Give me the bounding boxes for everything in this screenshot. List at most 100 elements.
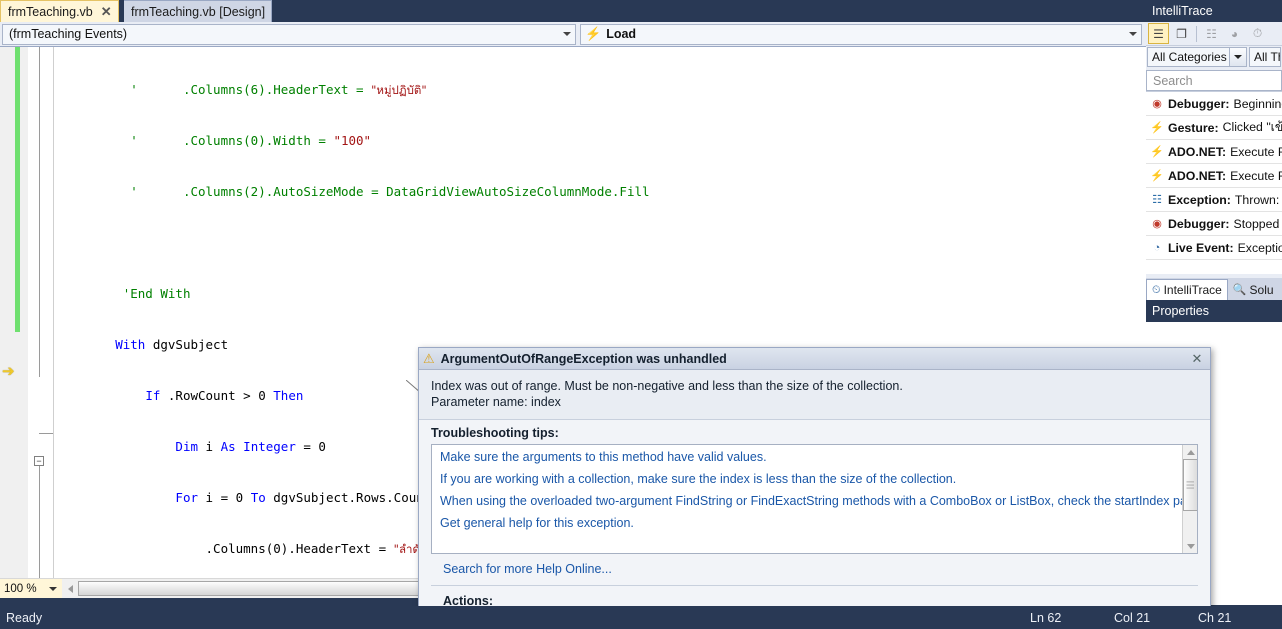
chevron-down-icon [563,32,571,36]
troubleshooting-heading: Troubleshooting tips: [431,426,1198,440]
tips-scrollbar[interactable]: ||| [1182,445,1197,553]
troubleshooting-tips-box[interactable]: Make sure the arguments to this method h… [431,444,1198,554]
chevron-down-icon[interactable] [1229,48,1246,66]
list-item[interactable]: ◔ Live Event: Exception [1146,236,1282,260]
list-item[interactable]: ◉ Debugger: Stopped [1146,212,1282,236]
close-icon[interactable]: ✕ [101,5,112,18]
tab-solution-explorer[interactable]: 🔍 Solu [1228,279,1279,300]
tips-list: Make sure the arguments to this method h… [432,445,1197,531]
navigate-history-icon[interactable]: ⏱ [1247,23,1268,44]
scroll-thumb[interactable]: ||| [1183,459,1198,511]
chevron-down-icon [1129,32,1137,36]
code-token: 'End With [123,286,191,301]
document-tab-strip: frmTeaching.vb ✕ frmTeaching.vb [Design] [0,0,1146,22]
tab-intellitrace[interactable]: ⏲ IntelliTrace [1146,279,1228,300]
intellitrace-filters: All Categories All Th [1146,46,1282,68]
event-label: Debugger: [1168,97,1230,111]
close-icon[interactable]: ✕ [1188,350,1206,368]
tab-label: IntelliTrace [1164,283,1222,297]
exception-message-line-1: Index was out of range. Must be non-nega… [431,378,1198,394]
code-token: ' [130,82,138,97]
editor-navigation-bar: (frmTeaching Events) ⚡ Load [0,22,1146,47]
warning-icon: ⚠ [423,351,435,367]
event-label: Exception: [1168,193,1231,207]
event-text: Exception [1238,241,1282,255]
tab-label: frmTeaching.vb [Design] [131,5,265,19]
category-filter-dropdown[interactable]: All Categories [1147,47,1247,67]
member-dropdown[interactable]: ⚡ Load [580,24,1142,45]
event-bolt-icon: ⚡ [585,26,601,42]
tab-label: Solu [1250,283,1274,297]
status-col: Col 21 [1114,611,1198,625]
member-dropdown-label: Load [606,27,636,41]
tab-label: frmTeaching.vb [8,5,93,19]
code-token: .Columns(0).HeaderText = [206,541,394,556]
scroll-left-button[interactable] [62,585,78,593]
event-text: Execute Re [1230,145,1282,159]
code-token: dgvSubject [145,337,228,352]
code-token: If [145,388,160,403]
collapse-region-icon[interactable]: − [34,456,44,466]
exception-assistant-dialog[interactable]: ⚠ ArgumentOutOfRangeException was unhand… [418,347,1211,619]
outline-guide-end [39,433,53,434]
tip-link[interactable]: Make sure the arguments to this method h… [440,450,1189,465]
search-help-online-link[interactable]: Search for more Help Online... [443,562,612,576]
event-text: Execute Re [1230,169,1282,183]
list-item[interactable]: ⚡ Gesture: Clicked "เข้ [1146,116,1282,140]
search-online-row: Search for more Help Online... [431,554,1198,585]
list-item[interactable]: ⚡ ADO.NET: Execute Re [1146,140,1282,164]
zoom-level-combo[interactable]: 100 % [0,579,62,598]
event-text: Clicked "เข้ [1223,118,1282,137]
tab-frmteaching-vb[interactable]: frmTeaching.vb ✕ [0,0,119,22]
outlining-margin[interactable]: − [28,47,54,578]
zoom-level-label: 100 % [4,583,37,595]
list-item[interactable]: ◉ Debugger: Beginning [1146,92,1282,116]
code-token: "หมู่ปฏิบัติ" [371,83,427,97]
toolbar-separator [1196,26,1197,42]
code-token: i = 0 [198,490,251,505]
properties-title: Properties [1146,300,1282,322]
triangle-left-icon [68,585,73,593]
adonet-icon: ⚡ [1150,145,1164,158]
code-token: .Columns(6).HeaderText = [183,82,371,97]
outline-guide [39,466,40,578]
search-input[interactable]: Search [1146,70,1282,91]
intellitrace-title: IntelliTrace [1146,0,1282,22]
tip-link[interactable]: When using the overloaded two-argument F… [440,494,1189,509]
event-label: Live Event: [1168,241,1234,255]
code-token: .Columns(0).Width = [183,133,334,148]
code-token: Integer [243,439,296,454]
scroll-up-button[interactable] [1183,445,1198,459]
stop-icon: ◉ [1150,97,1164,110]
events-list-icon[interactable]: ☰ [1148,23,1169,44]
status-bar: Ready Ln 62 Col 21 Ch 21 [0,606,1282,629]
gesture-icon: ⚡ [1150,121,1164,134]
intellitrace-icon: ⏲ [1152,284,1161,297]
dialog-title: ArgumentOutOfRangeException was unhandle… [441,352,727,366]
exception-icon: ☷ [1150,193,1164,206]
indicator-margin[interactable] [0,47,28,578]
code-token: As [221,439,236,454]
search-placeholder: Search [1153,74,1193,88]
change-tracking-bar [15,47,20,332]
type-member-dropdown[interactable]: (frmTeaching Events) [2,24,576,45]
history-icon[interactable]: ◕ [1224,23,1245,44]
details-icon[interactable]: ☷ [1201,23,1222,44]
code-token: .Columns(2).AutoSizeMode = DataGridViewA… [183,184,650,199]
code-token: With [115,337,145,352]
scroll-down-button[interactable] [1183,539,1198,553]
intellitrace-event-list[interactable]: ◉ Debugger: Beginning ⚡ Gesture: Clicked… [1146,91,1282,274]
list-item[interactable]: ☷ Exception: Thrown: " [1146,188,1282,212]
tab-frmteaching-vb-design[interactable]: frmTeaching.vb [Design] [124,0,272,22]
code-line: ' .Columns(0).Width = "100" [55,132,1146,149]
tip-link[interactable]: Get general help for this exception. [440,516,1189,531]
event-label: ADO.NET: [1168,145,1226,159]
outline-guide [39,47,40,377]
event-label: ADO.NET: [1168,169,1226,183]
calls-view-icon[interactable]: ❐ [1171,23,1192,44]
current-statement-arrow-icon: ➔ [2,364,15,379]
tip-link[interactable]: If you are working with a collection, ma… [440,472,1189,487]
thread-filter-dropdown[interactable]: All Th [1249,47,1281,67]
list-item[interactable]: ⚡ ADO.NET: Execute Re [1146,164,1282,188]
status-position-group: Ln 62 Col 21 Ch 21 [1030,611,1282,625]
